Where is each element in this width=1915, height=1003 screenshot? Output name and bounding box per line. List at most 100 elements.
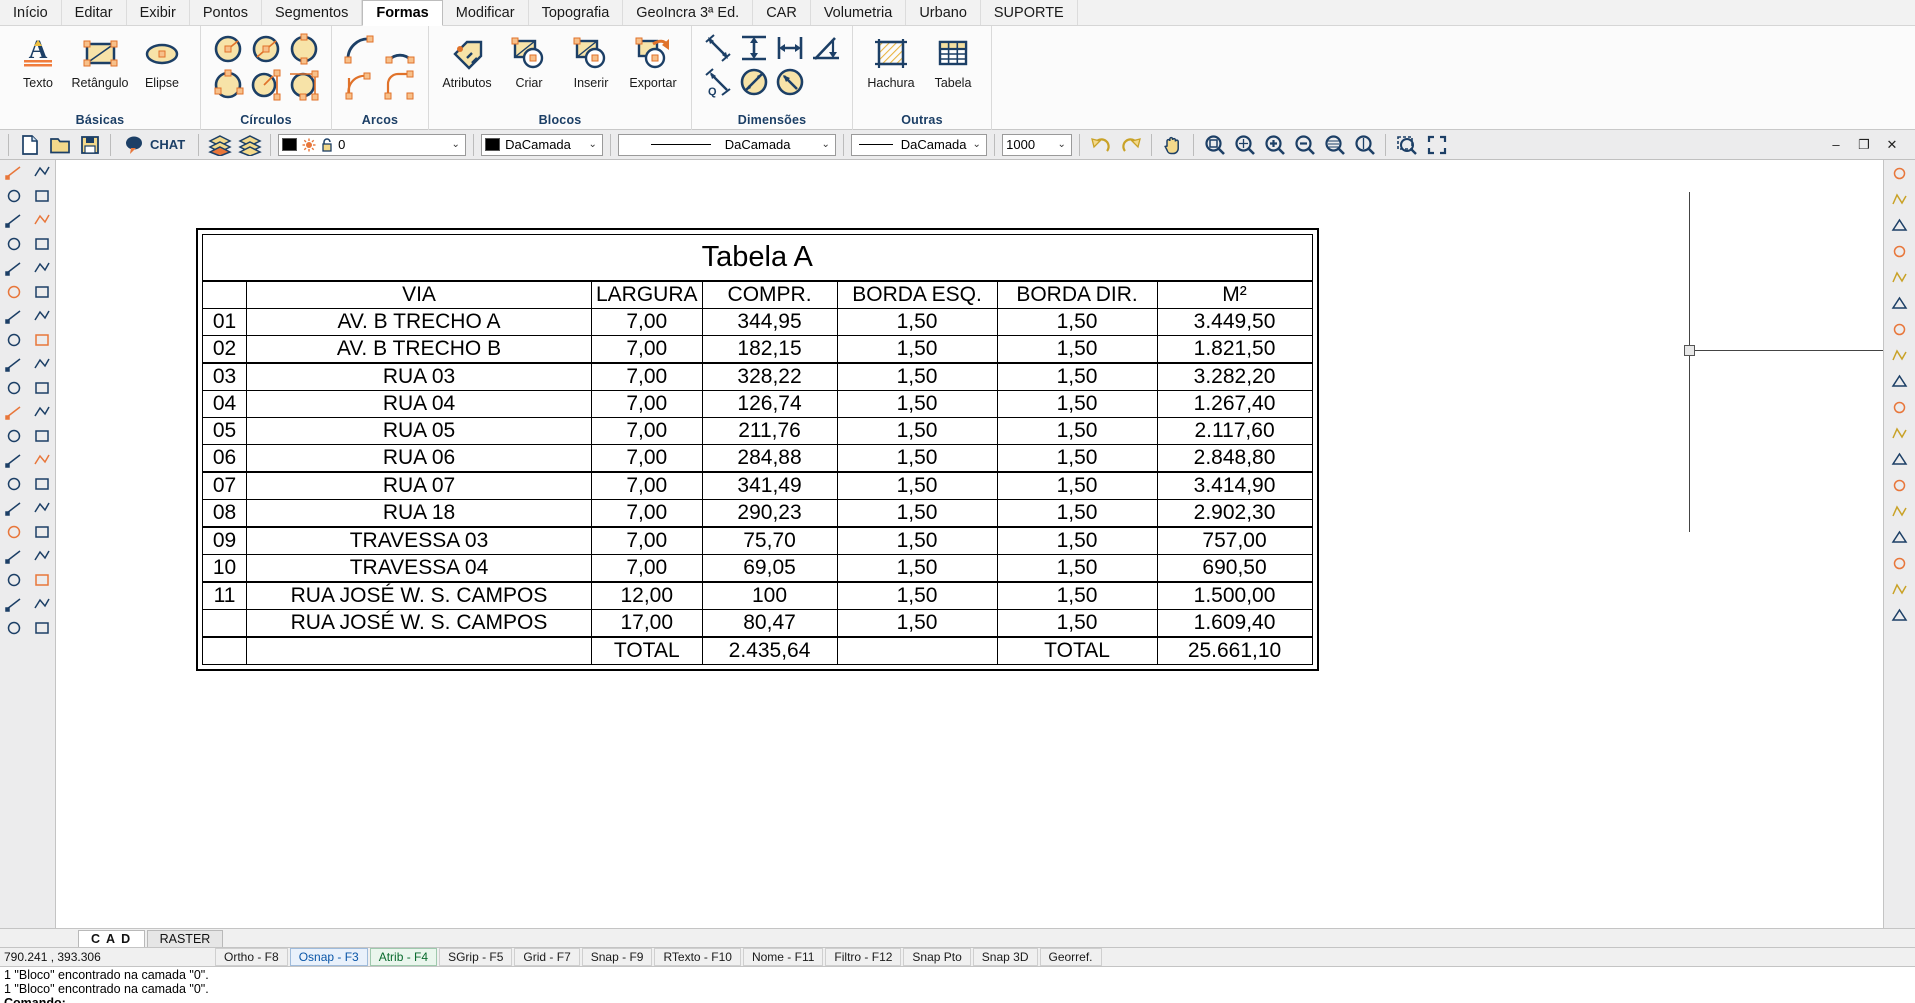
- tool-explode-button[interactable]: [0, 376, 28, 400]
- right-tool-redline-button[interactable]: [1885, 160, 1915, 186]
- atributos-button[interactable]: Atributos: [437, 31, 497, 90]
- chevron-down-icon-3[interactable]: ⌄: [819, 139, 832, 150]
- tool-insert-button[interactable]: [0, 544, 28, 568]
- tool-fillet-button[interactable]: [0, 352, 28, 376]
- status-toggle-ortho-f8[interactable]: Ortho - F8: [215, 948, 288, 966]
- tool-spline-button[interactable]: [0, 208, 28, 232]
- zoom-extents-button[interactable]: [1231, 132, 1258, 158]
- scale-combo[interactable]: 1000 ⌄: [1002, 133, 1073, 156]
- right-tool-crossmark-button[interactable]: [1885, 368, 1915, 394]
- pan-button[interactable]: [1159, 132, 1186, 158]
- tool-render-button[interactable]: [28, 520, 56, 544]
- status-toggle-rtexto-f10[interactable]: RTexto - F10: [654, 948, 741, 966]
- dim-angular-button[interactable]: [808, 31, 844, 65]
- dim-vertical-button[interactable]: [736, 31, 772, 65]
- tabela-button[interactable]: Tabela: [923, 31, 983, 90]
- redo-button[interactable]: [1117, 132, 1144, 158]
- exportar-button[interactable]: Exportar: [623, 31, 683, 90]
- linetype-combo[interactable]: DaCamada ⌄: [618, 133, 837, 156]
- zoom-in-button[interactable]: [1261, 132, 1288, 158]
- right-tool-compass-button[interactable]: [1885, 316, 1915, 342]
- right-tool-shape-button[interactable]: [1885, 498, 1915, 524]
- arc-start-center-end-button[interactable]: [380, 31, 420, 67]
- menu-item-geoincra-3-ed[interactable]: GeoIncra 3ª Ed.: [623, 0, 754, 25]
- restore-button[interactable]: ❐: [1851, 134, 1877, 156]
- right-tool-center-button[interactable]: [1885, 420, 1915, 446]
- right-tool-measure-dist-button[interactable]: [1885, 264, 1915, 290]
- status-toggle-atrib-f4[interactable]: Atrib - F4: [369, 948, 438, 966]
- menu-item-in-cio[interactable]: Início: [0, 0, 62, 25]
- tool-chamfer-button[interactable]: [28, 352, 56, 376]
- color-combo[interactable]: DaCamada ⌄: [481, 133, 604, 156]
- tool-solid-button[interactable]: [0, 592, 28, 616]
- tool-boundary-button[interactable]: [28, 544, 56, 568]
- status-toggle-grid-f7[interactable]: Grid - F7: [514, 948, 580, 966]
- close-button[interactable]: ✕: [1879, 134, 1905, 156]
- tool-divide-button[interactable]: [0, 448, 28, 472]
- chat-button[interactable]: CHAT: [118, 132, 191, 158]
- tool-polyline-button[interactable]: [28, 160, 56, 184]
- right-tool-cloud-button[interactable]: [1885, 186, 1915, 212]
- arc-plus-button[interactable]: [340, 67, 380, 103]
- tool-offset-button[interactable]: [0, 304, 28, 328]
- right-tool-color-pick-button[interactable]: [1885, 290, 1915, 316]
- zoom-realtime-button[interactable]: [1351, 132, 1378, 158]
- right-tool-poly-area-button[interactable]: [1885, 212, 1915, 238]
- menu-item-topografia[interactable]: Topografia: [529, 0, 624, 25]
- menu-item-suporte[interactable]: SUPORTE: [981, 0, 1078, 25]
- tool-point-button[interactable]: [28, 184, 56, 208]
- circle-2point-button[interactable]: [285, 31, 323, 67]
- tool-align-button[interactable]: [0, 496, 28, 520]
- tool-break-button[interactable]: [28, 448, 56, 472]
- right-tool-r17-button[interactable]: [1885, 602, 1915, 628]
- tool-array-button[interactable]: [28, 304, 56, 328]
- lock-icon[interactable]: [321, 137, 333, 152]
- chevron-down-icon-5[interactable]: ⌄: [1055, 139, 1068, 150]
- tool-dim-button[interactable]: [0, 400, 28, 424]
- zoom-previous-button[interactable]: [1321, 132, 1348, 158]
- status-toggle-osnap-f3[interactable]: Osnap - F3: [289, 948, 368, 966]
- drawing-canvas[interactable]: Tabela A VIA LARGURA COMPR. BORDA ESQ. BORDA …: [56, 160, 1883, 928]
- tool-scale-button[interactable]: [28, 280, 56, 304]
- hachura-button[interactable]: Hachura: [861, 31, 921, 90]
- tool-donut-button[interactable]: [28, 592, 56, 616]
- tool-arc-button[interactable]: [0, 184, 28, 208]
- menu-item-editar[interactable]: Editar: [62, 0, 127, 25]
- dim-horizontal-button[interactable]: [772, 31, 808, 65]
- minimize-button[interactable]: –: [1823, 134, 1849, 156]
- tool-line-button[interactable]: [0, 160, 28, 184]
- tool-divide2-button[interactable]: [28, 496, 56, 520]
- tool-extend-button[interactable]: [28, 328, 56, 352]
- tool-move-button[interactable]: [28, 232, 56, 256]
- tool-stretch-button[interactable]: [28, 472, 56, 496]
- menu-item-car[interactable]: CAR: [753, 0, 811, 25]
- menu-item-volumetria[interactable]: Volumetria: [811, 0, 907, 25]
- tool-join-button[interactable]: [0, 472, 28, 496]
- retangulo-button[interactable]: Retângulo: [70, 31, 130, 90]
- menu-item-formas[interactable]: Formas: [362, 0, 443, 26]
- right-tool-flag-button[interactable]: [1885, 550, 1915, 576]
- menu-item-segmentos[interactable]: Segmentos: [262, 0, 363, 25]
- dim-aligned-button[interactable]: [700, 31, 736, 65]
- chevron-down-icon-2[interactable]: ⌄: [586, 139, 599, 150]
- cad-table-entity[interactable]: Tabela A VIA LARGURA COMPR. BORDA ESQ. BORDA …: [196, 228, 1319, 671]
- tool-trim-button[interactable]: [0, 328, 28, 352]
- arc-fillet-button[interactable]: [380, 67, 420, 103]
- tool-copy-button[interactable]: [0, 256, 28, 280]
- zoom-out-button[interactable]: [1291, 132, 1318, 158]
- circle-tan-tan-radius-button[interactable]: [247, 67, 285, 103]
- tool-text-button[interactable]: [28, 376, 56, 400]
- open-file-button[interactable]: [46, 132, 73, 158]
- tool-hatch-button[interactable]: [28, 208, 56, 232]
- tool-revcloud-button[interactable]: [0, 616, 28, 640]
- chevron-down-icon[interactable]: ⌄: [449, 139, 462, 150]
- elipse-button[interactable]: Elipse: [132, 31, 192, 90]
- tool-wipeout-button[interactable]: [28, 568, 56, 592]
- layer-states-button[interactable]: [236, 132, 263, 158]
- chevron-down-icon-4[interactable]: ⌄: [970, 139, 983, 150]
- right-tool-wave-button[interactable]: [1885, 524, 1915, 550]
- circle-tan-tan-tan-button[interactable]: [285, 67, 323, 103]
- undo-button[interactable]: [1087, 132, 1114, 158]
- right-tool-polygon-fill-button[interactable]: [1885, 446, 1915, 472]
- status-toggle-nome-f11[interactable]: Nome - F11: [742, 948, 824, 966]
